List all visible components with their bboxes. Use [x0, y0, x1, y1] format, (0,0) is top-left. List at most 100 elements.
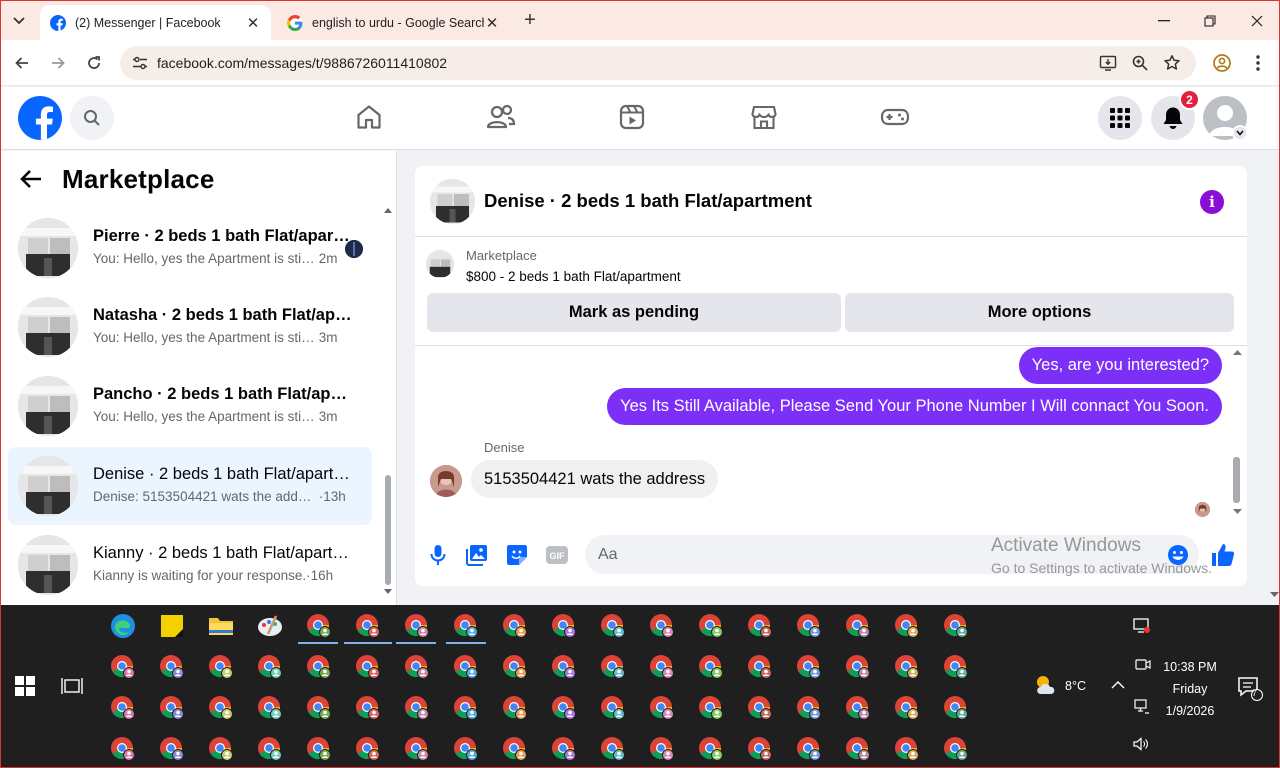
back-button[interactable] [11, 52, 33, 74]
thumbs-up-icon[interactable] [1210, 542, 1236, 568]
meet-now-icon[interactable] [1133, 617, 1151, 635]
weather-icon[interactable] [1033, 673, 1061, 697]
chrome-profile-icon[interactable] [844, 612, 872, 640]
chrome-profile-icon[interactable] [207, 653, 235, 681]
reload-button[interactable] [83, 52, 105, 74]
chrome-profile-icon[interactable] [599, 653, 627, 681]
site-settings-icon[interactable] [132, 55, 148, 71]
install-app-icon[interactable] [1099, 54, 1117, 72]
chrome-profile-icon[interactable] [795, 612, 823, 640]
back-button[interactable] [20, 164, 50, 194]
chrome-profile-icon[interactable] [550, 612, 578, 640]
scroll-down-icon[interactable] [384, 589, 392, 595]
weather-temperature[interactable]: 8°C [1065, 679, 1086, 693]
chrome-profile-icon[interactable] [697, 653, 725, 681]
conversation-item-selected[interactable]: Denise · 2 beds 1 bath Flat/apartment De… [8, 447, 372, 525]
tab-close-icon[interactable]: ✕ [484, 14, 500, 32]
sidebar-scrollbar[interactable] [384, 207, 392, 595]
voice-clip-button[interactable] [427, 544, 449, 566]
chrome-profile-icon[interactable] [599, 735, 627, 763]
close-window-button[interactable] [1234, 1, 1280, 41]
chrome-profile-icon[interactable] [648, 694, 676, 722]
chrome-profile-icon[interactable] [403, 735, 431, 763]
sticker-button[interactable] [506, 544, 528, 566]
listing-price[interactable]: $800 - 2 beds 1 bath Flat/apartment [466, 269, 681, 284]
chrome-profile-icon[interactable] [844, 735, 872, 763]
sticky-notes-icon[interactable] [158, 612, 186, 640]
address-bar[interactable]: facebook.com/messages/t/9886726011410802 [120, 46, 1196, 80]
minimize-button[interactable] [1141, 1, 1187, 41]
chrome-profile-icon[interactable] [109, 735, 137, 763]
zoom-icon[interactable] [1131, 54, 1149, 72]
chrome-profile-icon[interactable] [158, 694, 186, 722]
incoming-message[interactable]: 5153504421 wats the address [471, 460, 719, 498]
chrome-profile-icon[interactable] [501, 694, 529, 722]
chrome-profile-icon[interactable] [305, 653, 333, 681]
gif-button[interactable]: GIF [546, 544, 568, 566]
chrome-profile-icon[interactable] [942, 735, 970, 763]
chrome-profile-icon[interactable] [942, 612, 970, 640]
chrome-profile-icon[interactable] [452, 612, 480, 640]
camera-icon[interactable] [1135, 657, 1151, 673]
action-center-icon[interactable] [1236, 675, 1264, 701]
account-caret[interactable] [1232, 125, 1248, 141]
chrome-profile-icon[interactable] [795, 653, 823, 681]
chat-title[interactable]: Denise · 2 beds 1 bath Flat/apartment [484, 190, 812, 212]
chrome-profile-icon[interactable] [844, 653, 872, 681]
chrome-profile-icon[interactable] [893, 653, 921, 681]
chrome-profile-icon[interactable] [158, 735, 186, 763]
conversation-item[interactable]: Pierre · 2 beds 1 bath Flat/apartment Yo… [8, 209, 372, 287]
windows-start-icon[interactable] [15, 676, 35, 696]
chrome-profile-icon[interactable] [207, 694, 235, 722]
chrome-profile-icon[interactable] [452, 653, 480, 681]
new-tab-button[interactable]: + [519, 10, 541, 32]
chrome-profile-icon[interactable] [893, 694, 921, 722]
chrome-profile-icon[interactable] [746, 694, 774, 722]
chrome-profile-icon[interactable] [305, 694, 333, 722]
chevron-up-icon[interactable] [1111, 680, 1125, 689]
chrome-profile-icon[interactable] [452, 735, 480, 763]
scrollbar-thumb[interactable] [385, 475, 391, 585]
taskbar-clock[interactable]: 10:38 PM Friday 1/9/2026 [1150, 656, 1230, 722]
menu-button[interactable] [1098, 96, 1142, 140]
paint-icon[interactable] [256, 612, 284, 640]
edge-icon[interactable] [109, 612, 137, 640]
chrome-profile-icon[interactable] [648, 653, 676, 681]
chrome-profile-icon[interactable] [942, 653, 970, 681]
network-icon[interactable] [1134, 699, 1150, 715]
chrome-profile-icon[interactable] [550, 694, 578, 722]
search-button[interactable] [70, 96, 114, 140]
tab-close-icon[interactable]: ✕ [245, 14, 261, 32]
chrome-profile-icon[interactable] [305, 612, 333, 640]
scroll-up-icon[interactable] [384, 207, 392, 213]
scrollbar-thumb[interactable] [1233, 457, 1240, 503]
chrome-profile-icon[interactable] [599, 612, 627, 640]
chrome-profile-icon[interactable] [697, 612, 725, 640]
chrome-profile-icon[interactable] [942, 694, 970, 722]
chrome-profile-icon[interactable] [795, 694, 823, 722]
chrome-profile-icon[interactable] [256, 694, 284, 722]
facebook-logo[interactable] [18, 96, 62, 140]
chrome-profile-icon[interactable] [354, 694, 382, 722]
chrome-profile-icon[interactable] [403, 694, 431, 722]
chrome-profile-icon[interactable] [501, 653, 529, 681]
chrome-profile-icon[interactable] [452, 694, 480, 722]
tab-google-search[interactable]: english to urdu - Google Search ✕ [277, 5, 510, 41]
chrome-profile-icon[interactable] [550, 735, 578, 763]
nav-marketplace[interactable] [749, 102, 779, 132]
chrome-profile-icon[interactable] [893, 612, 921, 640]
outgoing-message[interactable]: Yes Its Still Available, Please Send You… [607, 388, 1222, 425]
emoji-icon[interactable] [1167, 544, 1189, 566]
tab-search-button[interactable] [6, 9, 32, 33]
mark-as-pending-button[interactable]: Mark as pending [427, 293, 841, 332]
chrome-profile-icon[interactable] [648, 612, 676, 640]
chat-scrollbar[interactable] [1231, 347, 1243, 523]
chrome-profile-icon[interactable] [746, 653, 774, 681]
chrome-profile-icon[interactable] [550, 653, 578, 681]
more-options-button[interactable]: More options [845, 293, 1234, 332]
conversation-item[interactable]: Kianny · 2 beds 1 bath Flat/apartment Ki… [8, 526, 372, 604]
chrome-profile-icon[interactable] [207, 735, 235, 763]
sender-avatar[interactable] [430, 465, 462, 497]
restore-button[interactable] [1187, 1, 1233, 41]
chrome-profile-icon[interactable] [256, 735, 284, 763]
